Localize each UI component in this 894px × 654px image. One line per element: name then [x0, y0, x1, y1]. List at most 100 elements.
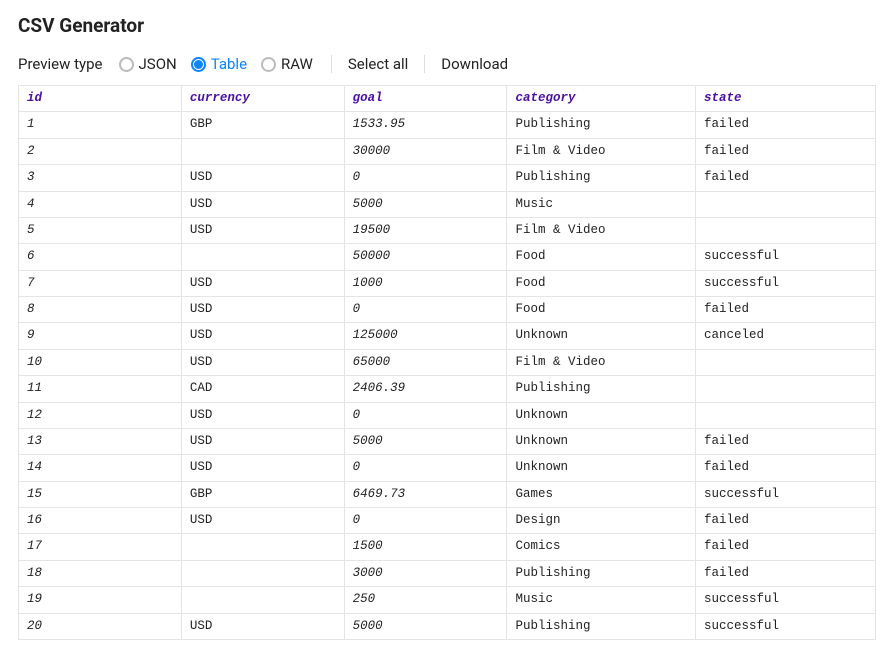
cell-currency: USD — [181, 217, 344, 243]
table-row[interactable]: 12USD0Unknown — [19, 402, 876, 428]
cell-state: successful — [696, 270, 876, 296]
cell-id: 15 — [19, 481, 182, 507]
table-row[interactable]: 5USD19500Film & Video — [19, 217, 876, 243]
cell-category: Publishing — [507, 560, 696, 586]
cell-state: successful — [696, 587, 876, 613]
cell-category: Publishing — [507, 165, 696, 191]
table-row[interactable]: 13USD5000Unknownfailed — [19, 428, 876, 454]
cell-id: 13 — [19, 428, 182, 454]
cell-currency: CAD — [181, 376, 344, 402]
cell-id: 14 — [19, 455, 182, 481]
cell-category: Comics — [507, 534, 696, 560]
cell-currency: USD — [181, 402, 344, 428]
cell-id: 5 — [19, 217, 182, 243]
preview-option-label: JSON — [139, 55, 177, 73]
cell-state — [696, 349, 876, 375]
table-row[interactable]: 650000Foodsuccessful — [19, 244, 876, 270]
preview-option-table[interactable]: Table — [187, 53, 251, 75]
table-row[interactable]: 20USD5000Publishingsuccessful — [19, 613, 876, 639]
table-row[interactable]: 7USD1000Foodsuccessful — [19, 270, 876, 296]
cell-goal: 3000 — [344, 560, 507, 586]
page-title: CSV Generator — [18, 14, 876, 37]
table-row[interactable]: 10USD65000Film & Video — [19, 349, 876, 375]
col-header-state[interactable]: state — [696, 86, 876, 112]
cell-id: 10 — [19, 349, 182, 375]
cell-category: Film & Video — [507, 138, 696, 164]
col-header-category[interactable]: category — [507, 86, 696, 112]
table-row[interactable]: 15GBP6469.73Gamessuccessful — [19, 481, 876, 507]
cell-state: successful — [696, 481, 876, 507]
cell-currency: GBP — [181, 112, 344, 138]
col-header-currency[interactable]: currency — [181, 86, 344, 112]
cell-currency — [181, 587, 344, 613]
table-row[interactable]: 4USD5000Music — [19, 191, 876, 217]
cell-id: 9 — [19, 323, 182, 349]
cell-currency: USD — [181, 613, 344, 639]
cell-goal: 50000 — [344, 244, 507, 270]
cell-goal: 5000 — [344, 428, 507, 454]
table-row[interactable]: 171500Comicsfailed — [19, 534, 876, 560]
cell-goal: 5000 — [344, 191, 507, 217]
cell-state: failed — [696, 508, 876, 534]
radio-icon — [119, 57, 134, 72]
cell-goal: 125000 — [344, 323, 507, 349]
cell-state — [696, 191, 876, 217]
table-row[interactable]: 9USD125000Unknowncanceled — [19, 323, 876, 349]
table-row[interactable]: 14USD0Unknownfailed — [19, 455, 876, 481]
preview-option-raw[interactable]: RAW — [257, 53, 317, 75]
col-header-goal[interactable]: goal — [344, 86, 507, 112]
cell-currency — [181, 138, 344, 164]
select-all-button[interactable]: Select all — [346, 53, 410, 75]
cell-goal: 0 — [344, 508, 507, 534]
cell-category: Unknown — [507, 428, 696, 454]
table-row[interactable]: 3USD0Publishingfailed — [19, 165, 876, 191]
cell-id: 11 — [19, 376, 182, 402]
cell-goal: 0 — [344, 297, 507, 323]
toolbar-divider — [331, 55, 332, 73]
cell-category: Music — [507, 191, 696, 217]
cell-currency: USD — [181, 165, 344, 191]
cell-state: canceled — [696, 323, 876, 349]
table-row[interactable]: 230000Film & Videofailed — [19, 138, 876, 164]
cell-category: Food — [507, 244, 696, 270]
cell-state: failed — [696, 534, 876, 560]
cell-goal: 0 — [344, 165, 507, 191]
toolbar: Preview type JSON Table RAW Select all D… — [18, 53, 876, 75]
cell-category: Games — [507, 481, 696, 507]
cell-category: Food — [507, 270, 696, 296]
cell-id: 8 — [19, 297, 182, 323]
cell-id: 20 — [19, 613, 182, 639]
cell-goal: 19500 — [344, 217, 507, 243]
cell-state — [696, 376, 876, 402]
cell-state: failed — [696, 428, 876, 454]
cell-currency — [181, 560, 344, 586]
col-header-id[interactable]: id — [19, 86, 182, 112]
cell-goal: 1000 — [344, 270, 507, 296]
download-button[interactable]: Download — [439, 53, 510, 75]
table-row[interactable]: 16USD0Designfailed — [19, 508, 876, 534]
preview-type-label: Preview type — [18, 55, 103, 73]
cell-goal: 0 — [344, 402, 507, 428]
table-row[interactable]: 1GBP1533.95Publishingfailed — [19, 112, 876, 138]
cell-category: Publishing — [507, 613, 696, 639]
cell-category: Film & Video — [507, 349, 696, 375]
cell-id: 18 — [19, 560, 182, 586]
preview-option-json[interactable]: JSON — [115, 53, 181, 75]
cell-currency: USD — [181, 349, 344, 375]
table-row[interactable]: 19250Musicsuccessful — [19, 587, 876, 613]
cell-category: Unknown — [507, 455, 696, 481]
cell-currency — [181, 534, 344, 560]
cell-goal: 1533.95 — [344, 112, 507, 138]
cell-goal: 30000 — [344, 138, 507, 164]
cell-state: failed — [696, 112, 876, 138]
cell-category: Publishing — [507, 376, 696, 402]
cell-id: 16 — [19, 508, 182, 534]
cell-category: Music — [507, 587, 696, 613]
table-row[interactable]: 8USD0Foodfailed — [19, 297, 876, 323]
table-row[interactable]: 11CAD2406.39Publishing — [19, 376, 876, 402]
cell-category: Publishing — [507, 112, 696, 138]
cell-state: failed — [696, 165, 876, 191]
table-row[interactable]: 183000Publishingfailed — [19, 560, 876, 586]
cell-currency: USD — [181, 428, 344, 454]
cell-currency: USD — [181, 270, 344, 296]
